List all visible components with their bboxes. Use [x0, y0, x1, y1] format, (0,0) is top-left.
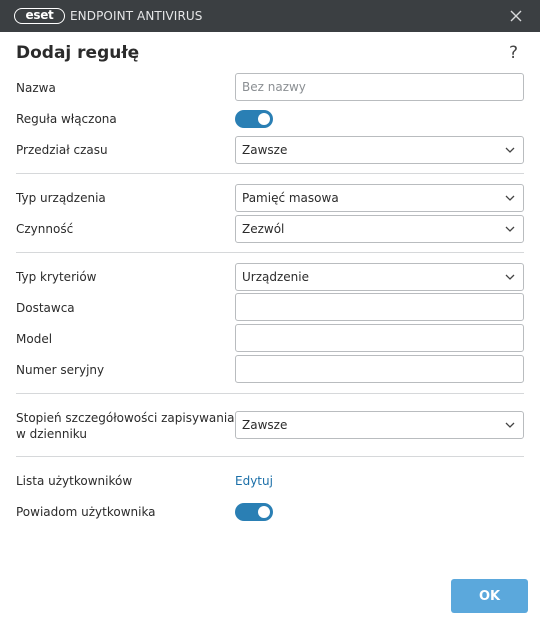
device-type-select[interactable]: Pamięć masowa [235, 184, 524, 212]
criteria-type-value: Urządzenie [242, 270, 309, 284]
user-list-label: Lista użytkowników [16, 474, 133, 488]
time-slot-label: Przedział czasu [16, 143, 108, 157]
chevron-down-icon [505, 226, 515, 232]
divider [16, 456, 524, 457]
notify-user-label: Powiadom użytkownika [16, 505, 156, 519]
title-bar: eset ENDPOINT ANTIVIRUS [0, 0, 540, 32]
divider [16, 252, 524, 253]
chevron-down-icon [505, 147, 515, 153]
dialog-title: Dodaj regułę [16, 43, 140, 63]
serial-number-input[interactable] [235, 355, 524, 383]
vendor-label: Dostawca [16, 301, 75, 315]
divider [16, 393, 524, 394]
logging-level-select[interactable]: Zawsze [235, 411, 524, 439]
vendor-input[interactable] [235, 293, 524, 321]
rule-enabled-toggle[interactable] [235, 110, 273, 128]
time-slot-select[interactable]: Zawsze [235, 136, 524, 164]
criteria-type-label: Typ kryteriów [16, 270, 97, 284]
ok-button[interactable]: OK [451, 579, 528, 613]
rule-enabled-label: Reguła włączona [16, 112, 117, 126]
name-label: Nazwa [16, 81, 56, 95]
action-value: Zezwól [242, 222, 285, 236]
chevron-down-icon [505, 422, 515, 428]
action-select[interactable]: Zezwól [235, 215, 524, 243]
divider [16, 173, 524, 174]
device-type-value: Pamięć masowa [242, 191, 339, 205]
edit-user-list-link[interactable]: Edytuj [235, 474, 273, 489]
toggle-knob [258, 113, 270, 125]
toggle-knob [258, 506, 270, 518]
model-input[interactable] [235, 324, 524, 352]
notify-user-toggle[interactable] [235, 503, 273, 521]
help-icon[interactable]: ? [509, 42, 518, 64]
logging-level-value: Zawsze [242, 418, 288, 432]
eset-logo: eset [14, 8, 65, 24]
model-label: Model [16, 332, 53, 346]
serial-number-label: Numer seryjny [16, 363, 105, 377]
chevron-down-icon [505, 195, 515, 201]
logging-level-label-line1: Stopień szczegółowości zapisywania [16, 411, 235, 425]
time-slot-value: Zawsze [242, 143, 288, 157]
action-label: Czynność [16, 222, 74, 236]
logging-level-label-line2: w dzienniku [16, 427, 87, 441]
criteria-type-select[interactable]: Urządzenie [235, 263, 524, 291]
device-type-label: Typ urządzenia [16, 191, 106, 205]
product-name: ENDPOINT ANTIVIRUS [70, 9, 203, 23]
name-input[interactable] [235, 73, 524, 101]
close-icon[interactable] [508, 8, 524, 24]
chevron-down-icon [505, 274, 515, 280]
